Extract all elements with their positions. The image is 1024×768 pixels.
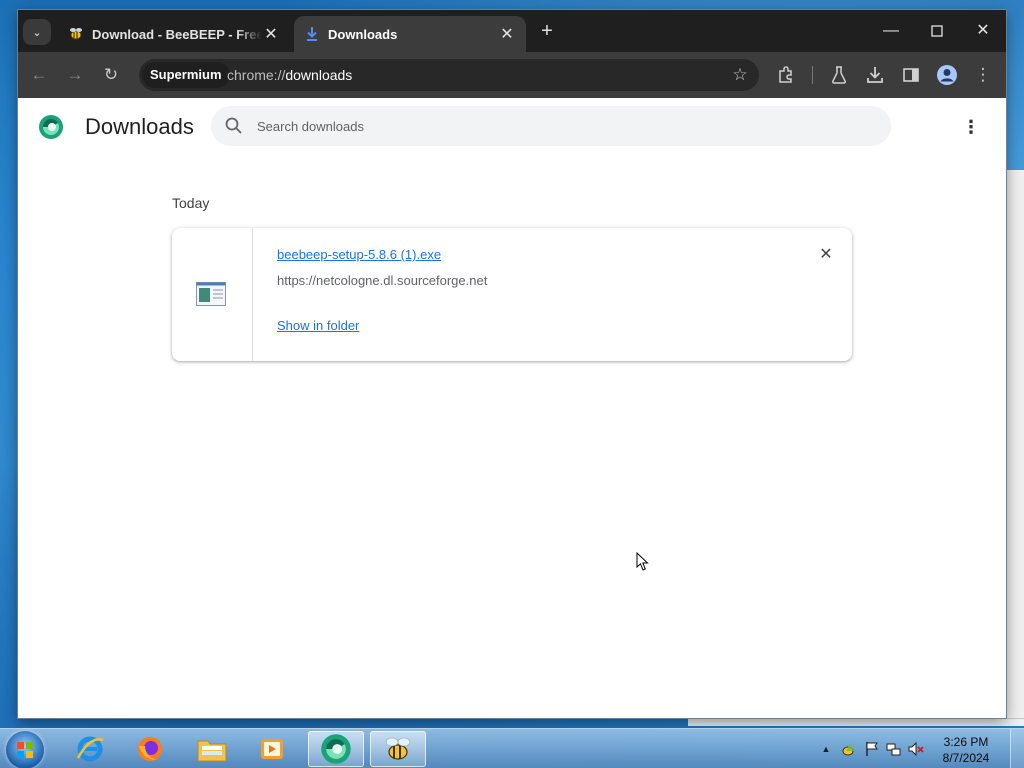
background-window-edge <box>1006 170 1024 718</box>
back-button[interactable]: ← <box>26 62 52 88</box>
tab-title: Download - BeeBEEP - Free Of <box>92 26 262 42</box>
tab-strip: ⌄ Download - BeeBEEP - Free Of ✕ Downloa… <box>18 10 1006 52</box>
extensions-icon[interactable] <box>773 62 799 88</box>
network-icon[interactable] <box>886 741 902 757</box>
chevron-down-icon: ⌄ <box>32 26 42 39</box>
minimize-button[interactable]: — <box>876 18 906 44</box>
exe-file-icon <box>196 282 226 306</box>
site-chip[interactable]: Supermium <box>142 62 230 88</box>
menu-kebab-icon[interactable]: ⋮ <box>970 62 996 88</box>
page-title: Downloads <box>85 114 194 139</box>
toolbar-separator <box>812 66 813 84</box>
side-panel-icon[interactable] <box>898 62 924 88</box>
url-host: downloads <box>285 67 353 83</box>
browser-toolbar: ← → ↻ Supermium chrome://downloads ☆ ⋮ <box>18 52 1006 98</box>
remove-download-close-icon[interactable]: ✕ <box>817 246 835 264</box>
download-icon-column <box>172 228 253 361</box>
bookmark-star-icon[interactable]: ☆ <box>727 62 753 88</box>
download-filename-link[interactable]: beebeep-setup-5.8.6 (1).exe <box>277 247 441 262</box>
action-center-flag-icon[interactable] <box>864 741 880 757</box>
downloads-toolbar-icon[interactable] <box>862 62 888 88</box>
reload-button[interactable]: ↻ <box>98 62 124 88</box>
clock-date: 8/7/2024 <box>942 751 990 765</box>
volume-muted-icon[interactable] <box>908 741 924 757</box>
beebeep-icon[interactable] <box>370 731 426 767</box>
taskbar-clock[interactable]: 3:26 PM 8/7/2024 <box>936 734 996 766</box>
close-window-button[interactable]: ✕ <box>968 18 998 44</box>
internet-explorer-icon[interactable] <box>62 731 118 767</box>
file-explorer-icon[interactable] <box>184 731 240 767</box>
downloads-page: Downloads ⋮ Today beebeep-setup-5.8.6 (1… <box>18 98 1006 718</box>
labs-flask-icon[interactable] <box>826 62 852 88</box>
show-desktop-button[interactable] <box>1010 729 1024 768</box>
tab-beebeep-download[interactable]: Download - BeeBEEP - Free Of ✕ <box>58 16 290 52</box>
show-in-folder-link[interactable]: Show in folder <box>277 318 359 333</box>
url-scheme: chrome:// <box>227 67 286 83</box>
mouse-cursor-icon <box>636 552 649 571</box>
beebeep-bee-icon <box>68 26 84 42</box>
browser-window: ⌄ Download - BeeBEEP - Free Of ✕ Downloa… <box>18 10 1006 718</box>
windows-taskbar: ▲ 3:26 PM 8/7/2024 <box>0 728 1024 768</box>
forward-button[interactable]: → <box>62 62 88 88</box>
new-tab-button[interactable]: + <box>536 21 558 43</box>
start-button[interactable] <box>6 731 44 768</box>
background-window-edge-bottom <box>688 718 1024 726</box>
search-downloads-bar[interactable] <box>211 106 891 146</box>
date-section-label: Today <box>172 195 210 211</box>
address-bar[interactable]: Supermium chrome://downloads ☆ <box>139 59 759 91</box>
supermium-logo-icon <box>38 114 64 140</box>
search-icon <box>223 115 245 137</box>
tab-search-button[interactable]: ⌄ <box>23 19 51 45</box>
firefox-icon[interactable] <box>122 731 178 767</box>
tab-title: Downloads <box>328 26 398 42</box>
page-menu-kebab-icon[interactable]: ⋮ <box>960 116 982 138</box>
supermium-icon[interactable] <box>308 731 364 767</box>
close-tab-icon[interactable]: ✕ <box>262 24 280 44</box>
beebeep-tray-icon[interactable] <box>840 741 856 757</box>
url-text[interactable]: chrome://downloads <box>227 59 352 91</box>
search-input[interactable] <box>257 106 857 146</box>
maximize-button[interactable] <box>922 18 952 44</box>
download-item-card: beebeep-setup-5.8.6 (1).exe https://netc… <box>172 228 852 361</box>
tab-downloads[interactable]: Downloads ✕ <box>294 16 526 52</box>
download-icon <box>304 26 320 42</box>
clock-time: 3:26 PM <box>943 735 989 749</box>
close-tab-icon[interactable]: ✕ <box>498 24 516 44</box>
windows-logo-icon <box>17 742 33 758</box>
show-hidden-icons-chevron-icon[interactable]: ▲ <box>818 741 834 757</box>
download-source-url: https://netcologne.dl.sourceforge.net <box>277 273 488 288</box>
media-player-icon[interactable] <box>244 731 300 767</box>
profile-avatar-icon[interactable] <box>934 62 960 88</box>
